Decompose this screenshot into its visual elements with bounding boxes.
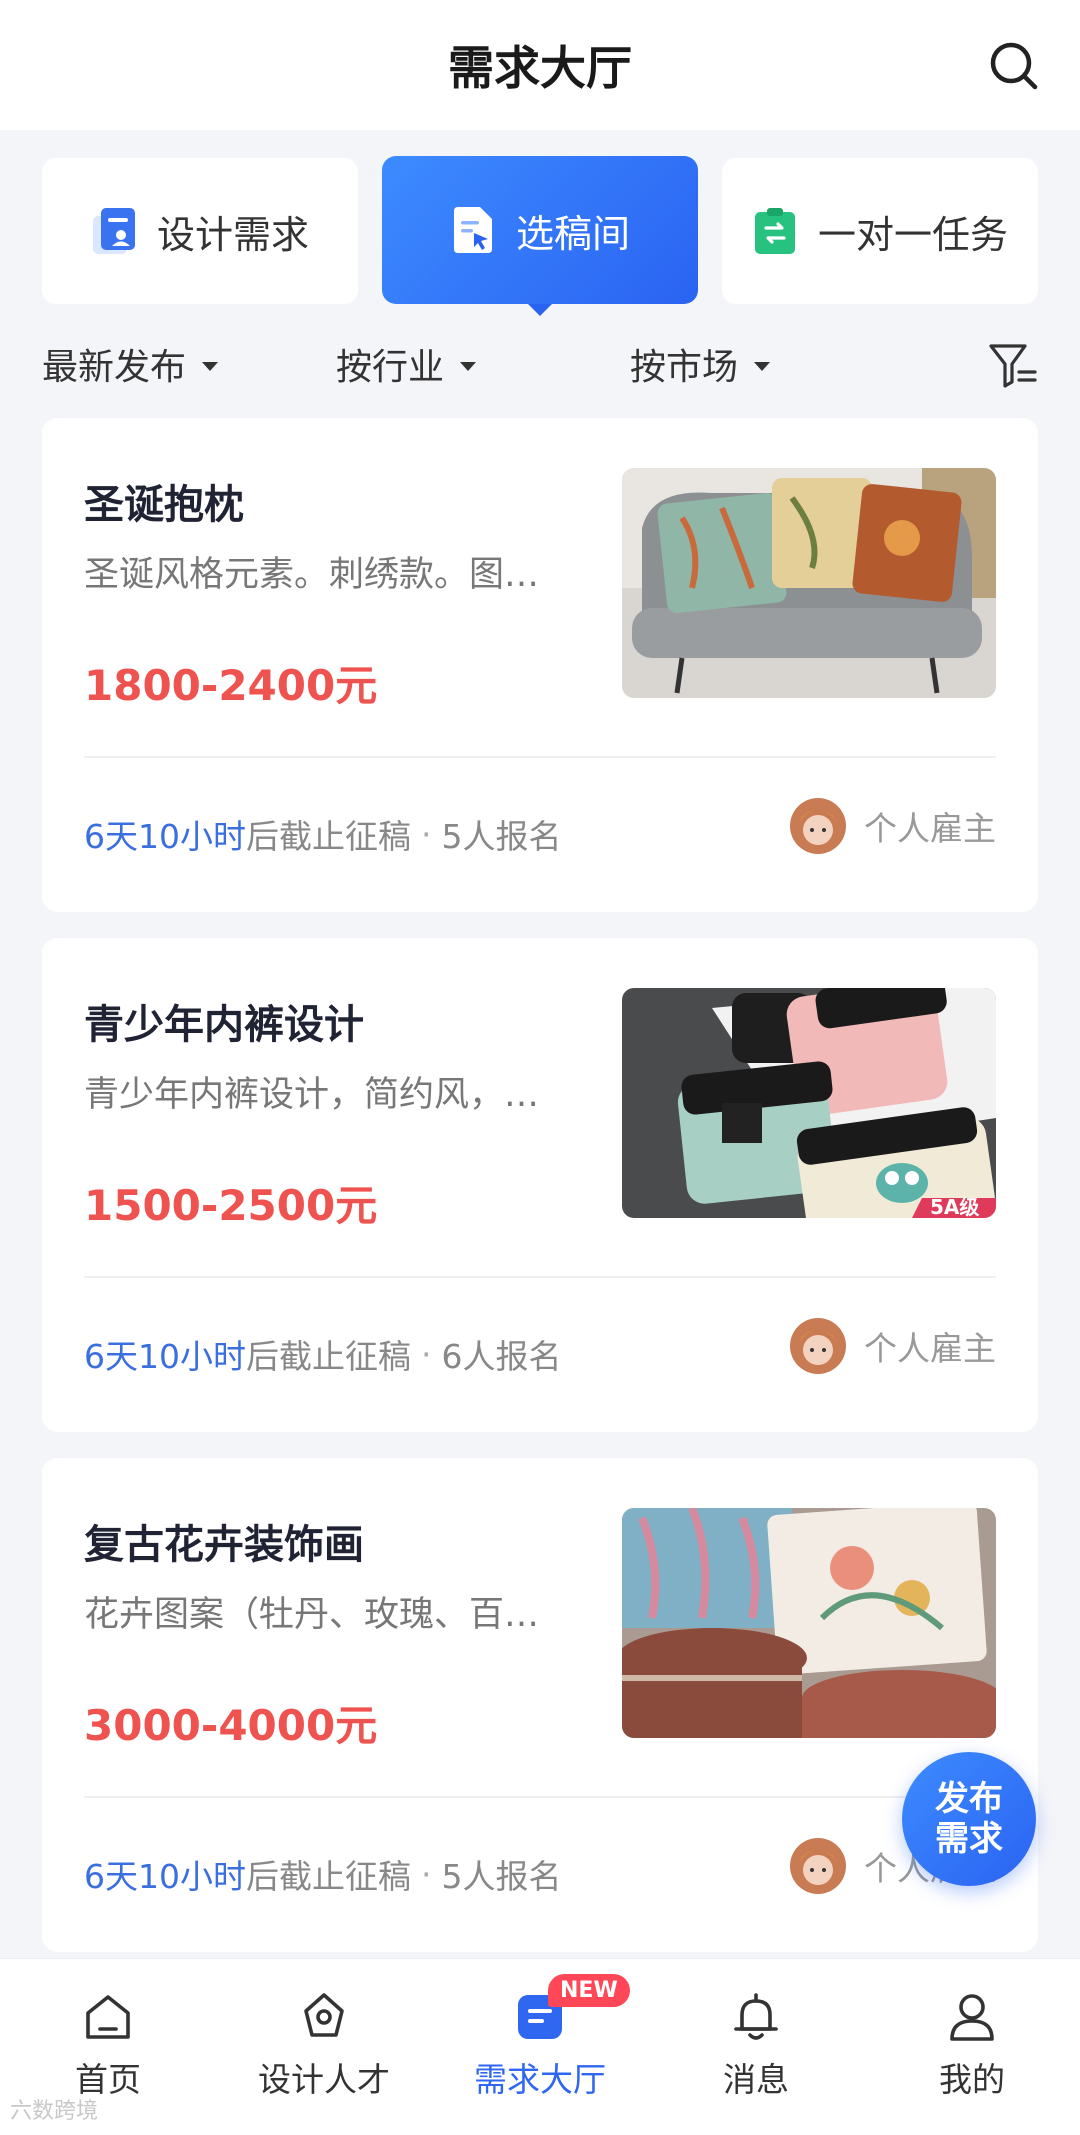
card-price: 1500-2500元 [84, 1181, 378, 1230]
divider [84, 1796, 996, 1798]
card-price: 3000-4000元 [84, 1701, 378, 1750]
segment-design-request[interactable]: 设计需求 [42, 158, 358, 304]
divider [84, 1276, 996, 1278]
tab-label: 设计人才 [258, 2060, 390, 2099]
deadline-value: 6天10小时 [84, 1337, 246, 1376]
separator-dot: · [421, 1854, 432, 1894]
segment-one-on-one[interactable]: 一对一任务 [722, 158, 1038, 304]
caret-down-icon [754, 361, 771, 371]
avatar [790, 1318, 846, 1374]
category-segments: 设计需求 选稿间 一对一任务 [42, 156, 1038, 316]
card-meta: 6天10小时 后截止征稿 · 5人报名 [84, 1850, 562, 1898]
tab-home[interactable]: 首页 [8, 1989, 208, 2101]
publish-demand-button[interactable]: 发布 需求 [902, 1752, 1036, 1886]
designer-icon [304, 1993, 344, 2037]
card-meta: 6天10小时 后截止征稿 · 5人报名 [84, 810, 562, 858]
card-description: 圣诞风格元素。刺绣款。图… [84, 555, 540, 595]
tab-label: 消息 [723, 2060, 789, 2099]
tab-label: 需求大厅 [474, 2060, 606, 2099]
card-price: 1800-2400元 [84, 661, 378, 710]
signup-count: 6人报名 [441, 1337, 562, 1376]
deadline-value: 6天10小时 [84, 1857, 246, 1896]
divider [84, 756, 996, 758]
demand-card[interactable]: 复古花卉装饰画 花卉图案（牡丹、玫瑰、百… 3000-4000元 6天10小时 … [42, 1458, 1038, 1952]
card-image-floral [622, 1508, 996, 1738]
bell-icon [734, 1993, 778, 2040]
filter-bar: 最新发布 按行业 按市场 [42, 338, 1038, 398]
tab-label: 我的 [939, 2060, 1005, 2099]
employer-info: 个人雇主 [790, 798, 996, 854]
design-request-icon [92, 208, 135, 254]
signup-count: 5人报名 [441, 817, 562, 856]
select-draft-icon [453, 207, 492, 253]
avatar [790, 798, 846, 854]
filter-market[interactable]: 按市场 [630, 338, 771, 390]
separator-dot: · [421, 814, 432, 854]
filter-industry[interactable]: 按行业 [336, 338, 477, 390]
new-badge: NEW [548, 1974, 630, 2007]
deadline-suffix: 后截止征稿 [246, 1857, 411, 1896]
deadline-suffix: 后截止征稿 [246, 1337, 411, 1376]
card-meta: 6天10小时 后截止征稿 · 6人报名 [84, 1330, 562, 1378]
deadline-suffix: 后截止征稿 [246, 817, 411, 856]
filter-label: 按市场 [630, 347, 739, 388]
avatar [790, 1838, 846, 1894]
home-icon [86, 1995, 130, 2039]
one-on-one-icon [754, 208, 795, 254]
signup-count: 5人报名 [441, 1857, 562, 1896]
deadline-value: 6天10小时 [84, 817, 246, 856]
caret-down-icon [202, 361, 219, 371]
top-bar: 需求大厅 [0, 0, 1080, 130]
demand-card[interactable]: 圣诞抱枕 圣诞风格元素。刺绣款。图… 1800-2400元 6天10小时 后截止… [42, 418, 1038, 912]
search-icon[interactable] [988, 40, 1040, 92]
caret-down-icon [460, 361, 477, 371]
card-title: 青少年内裤设计 [84, 1002, 364, 1048]
card-title: 圣诞抱枕 [84, 482, 244, 528]
image-badge: 5A级 [930, 1195, 979, 1218]
filter-label: 最新发布 [42, 347, 187, 388]
separator-dot: · [421, 1334, 432, 1374]
tab-designers[interactable]: 设计人才 [224, 1989, 424, 2101]
tab-profile[interactable]: 我的 [872, 1989, 1072, 2101]
filter-label: 按行业 [336, 347, 445, 388]
card-title: 复古花卉装饰画 [84, 1522, 364, 1568]
fab-line-1: 发布 [935, 1779, 1003, 1819]
bottom-tab-bar: 首页 设计人才 需求大厅 消息 我的 [0, 1958, 1080, 2135]
demand-card[interactable]: 青少年内裤设计 青少年内裤设计，简约风，… 1500-2500元 5A级 6天1… [42, 938, 1038, 1432]
fab-line-2: 需求 [935, 1819, 1003, 1859]
filter-icon[interactable] [988, 342, 1038, 390]
card-image-cushions [622, 468, 996, 698]
filter-latest[interactable]: 最新发布 [42, 338, 219, 390]
segment-label: 设计需求 [156, 212, 309, 257]
card-image-underwear: 5A级 [622, 988, 996, 1218]
card-description: 青少年内裤设计，简约风，… [84, 1075, 540, 1115]
watermark: 六数跨境 [10, 2099, 99, 2124]
employer-info: 个人雇主 [790, 1318, 996, 1374]
segment-label: 一对一任务 [817, 212, 1008, 257]
segment-select-draft[interactable]: 选稿间 [382, 156, 698, 316]
page-title: 需求大厅 [448, 41, 632, 95]
segment-label: 选稿间 [515, 211, 630, 256]
user-icon [950, 1994, 994, 2041]
employer-type: 个人雇主 [864, 809, 996, 848]
employer-type: 个人雇主 [864, 1329, 996, 1368]
tab-messages[interactable]: 消息 [656, 1989, 856, 2101]
card-description: 花卉图案（牡丹、玫瑰、百… [84, 1595, 540, 1635]
